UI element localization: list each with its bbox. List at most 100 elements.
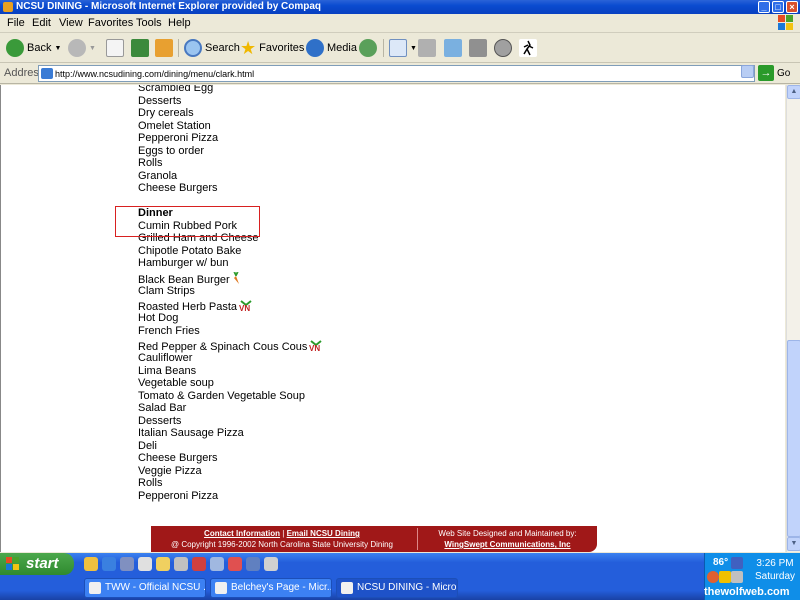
windows-flag-icon [6, 557, 20, 571]
go-label: Go [777, 67, 791, 79]
menu-help[interactable]: Help [168, 17, 191, 29]
menu-item: Red Pepper & Spinach Cous Cous VN [138, 337, 324, 353]
menu-item: Scrambled Egg [138, 85, 324, 95]
explorer-quicklaunch-icon[interactable] [120, 557, 134, 571]
favorites-button[interactable]: ★ Favorites [240, 38, 304, 58]
vertical-scrollbar[interactable]: ▲ ▼ [786, 85, 800, 552]
refresh-button[interactable] [131, 38, 149, 58]
scroll-down-button[interactable]: ▼ [787, 537, 800, 551]
weather-temp[interactable]: 86° [713, 557, 728, 568]
print-icon [418, 39, 436, 57]
edit-button[interactable] [444, 38, 462, 58]
toolbar-separator [383, 39, 384, 57]
discuss-button[interactable] [469, 38, 487, 58]
media-label: Media [327, 42, 357, 54]
menu-item-label: Pepperoni Pizza [138, 132, 219, 144]
ie-app-icon [3, 2, 13, 12]
favorites-label: Favorites [259, 42, 305, 54]
media-player-quicklaunch-icon[interactable] [138, 557, 152, 571]
menu-item: Cheese Burgers [138, 182, 324, 195]
menu-item-label: Lima Beans [138, 364, 197, 377]
menu-item-label: Rolls [138, 477, 163, 489]
media-button[interactable]: Media [306, 38, 357, 58]
clock-time: 3:26 PM [756, 558, 794, 569]
winamp-quicklaunch-icon[interactable] [156, 557, 170, 571]
menu-view[interactable]: View [59, 17, 83, 29]
svg-text:VN: VN [239, 304, 250, 312]
page-footer: Contact Information | Email NCSU Dining … [151, 526, 597, 552]
page-icon [41, 68, 53, 79]
scroll-up-button[interactable]: ▲ [787, 85, 800, 99]
search-button[interactable]: Search [184, 38, 240, 58]
scroll-thumb[interactable] [787, 340, 800, 537]
taskbar-button-tww[interactable]: TWW - Official NCSU ... [84, 578, 206, 598]
antivirus-quicklaunch-icon[interactable] [228, 557, 242, 571]
svg-text:VN: VN [309, 344, 320, 352]
back-tray-icon[interactable] [707, 571, 719, 583]
aim-button[interactable] [519, 38, 537, 58]
menu-item: Deli [138, 440, 324, 453]
back-dropdown-icon[interactable]: ▼ [54, 45, 61, 52]
menu-item: Veggie Pizza [138, 465, 324, 478]
messenger-quicklaunch-icon[interactable] [264, 557, 278, 571]
menu-item-label: Hamburger w/ bun [138, 257, 229, 269]
email-link[interactable]: Email NCSU Dining [287, 529, 360, 538]
clock[interactable]: 3:26 PM Saturday [751, 557, 799, 583]
calc-quicklaunch-icon[interactable] [174, 557, 188, 571]
aim-tray-icon[interactable] [719, 571, 731, 583]
address-field[interactable] [38, 65, 755, 82]
home-button[interactable] [155, 38, 173, 58]
menu-edit[interactable]: Edit [32, 17, 51, 29]
menu-item-label: Deli [138, 439, 157, 452]
menu-item: Desserts [138, 415, 324, 428]
menu-tools[interactable]: Tools [136, 17, 162, 29]
forward-dropdown-icon[interactable]: ▼ [89, 45, 96, 52]
dining-menu-list: Scrambled Egg Desserts Dry cereals Omelet S… [138, 85, 324, 502]
back-button[interactable]: Back ▼ [6, 38, 61, 58]
page-content: Scrambled Egg Desserts Dry cereals Omelet S… [0, 85, 785, 552]
ie-task-icon [341, 582, 353, 594]
network-tray-icon[interactable] [731, 557, 743, 569]
mail-dropdown-icon[interactable]: ▼ [410, 45, 417, 52]
messenger-button[interactable] [494, 38, 512, 58]
forward-button[interactable]: ▼ [68, 38, 96, 58]
menu-item-label: Hot Dog [138, 312, 179, 324]
close-button[interactable]: × [786, 1, 798, 13]
address-input[interactable] [55, 67, 735, 80]
history-button[interactable] [359, 38, 377, 58]
menu-file[interactable]: File [7, 17, 25, 29]
menu-item: Rolls [138, 477, 324, 490]
menu-item-label: Cheese Burgers [138, 452, 218, 464]
window-title: NCSU DINING - Microsoft Internet Explore… [16, 1, 322, 12]
go-button[interactable]: → Go [758, 65, 790, 81]
print-button[interactable] [418, 38, 436, 58]
designer-link[interactable]: WingSwept Communications, Inc [444, 540, 570, 549]
taskbar-button-ncsu-dining[interactable]: NCSU DINING - Micro... [336, 578, 458, 598]
menu-item: Hamburger w/ bun [138, 257, 324, 270]
address-dropdown-icon[interactable] [741, 65, 754, 78]
toolbar-separator [178, 39, 179, 57]
maximize-button[interactable]: □ [772, 1, 784, 13]
start-button[interactable]: start [0, 553, 74, 575]
phone-tray-icon[interactable] [731, 571, 743, 583]
stop-button[interactable] [106, 38, 124, 58]
red-highlight-box [115, 206, 260, 237]
menu-favorites[interactable]: Favorites [88, 17, 133, 29]
minimize-button[interactable]: _ [758, 1, 770, 13]
ie-quicklaunch-icon[interactable] [102, 557, 116, 571]
watermark-text: thewolfweb.com [704, 586, 790, 598]
taskbar-button-belchey[interactable]: Belchey's Page - Micr... [210, 578, 332, 598]
mail-button[interactable]: ▼ [389, 38, 417, 58]
network-quicklaunch-icon[interactable] [210, 557, 224, 571]
menu-item-label: Veggie Pizza [138, 464, 202, 477]
menu-item-label: Vegetable soup [138, 377, 214, 389]
desktop-quicklaunch-icon[interactable] [246, 557, 260, 571]
contact-link[interactable]: Contact Information [204, 529, 280, 538]
aim-quicklaunch-icon[interactable] [84, 557, 98, 571]
edit-icon [444, 39, 462, 57]
menu-item-label: Chipotle Potato Bake [138, 244, 242, 257]
menu-item: Desserts [138, 95, 324, 108]
vegan-icon: VN [308, 339, 324, 353]
app-quicklaunch-icon[interactable] [192, 557, 206, 571]
aim-runner-icon [519, 39, 537, 57]
